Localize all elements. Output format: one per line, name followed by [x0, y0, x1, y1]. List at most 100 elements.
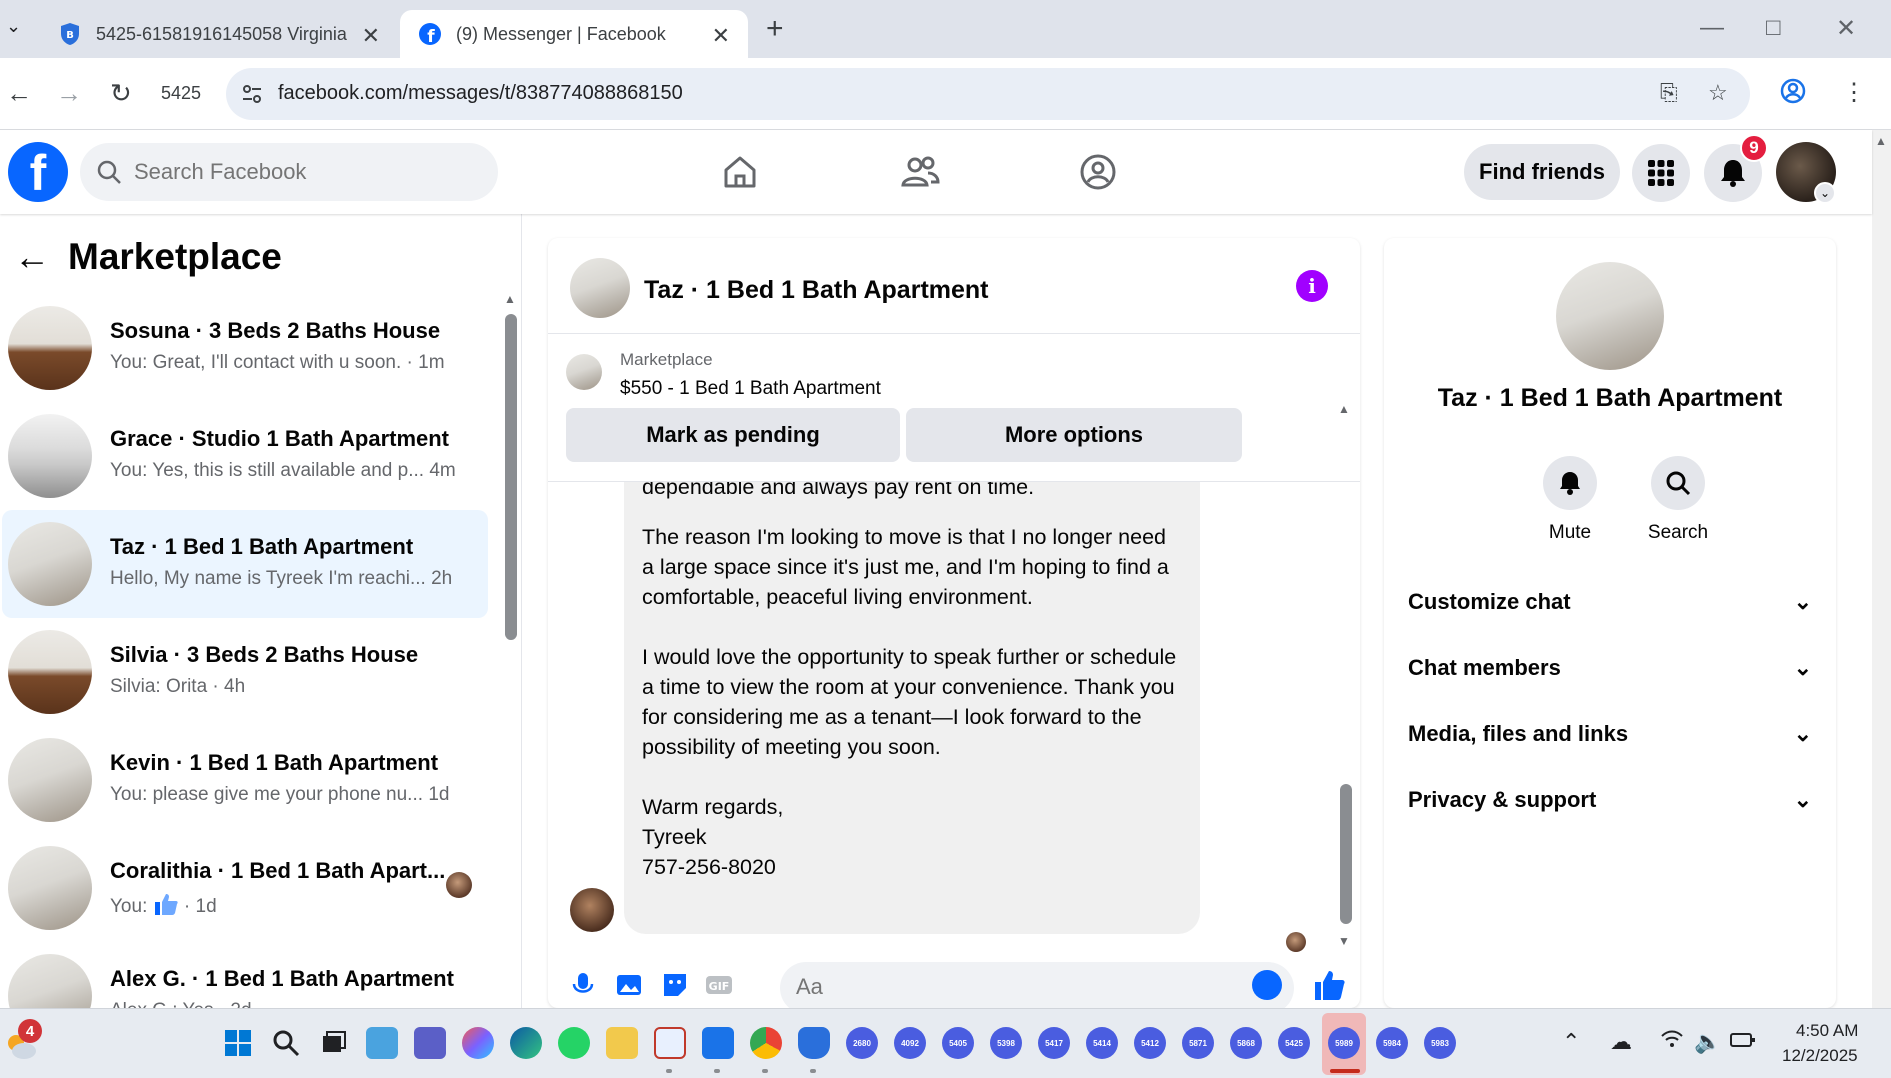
browser-tab-active[interactable]: f (9) Messenger | Facebook ✕	[400, 10, 748, 58]
mute-bell-icon[interactable]	[1543, 456, 1597, 510]
sender-avatar[interactable]	[570, 888, 614, 932]
conversation-item[interactable]: Coralithia · 1 Bed 1 Bath Apart... You: …	[2, 834, 488, 942]
home-icon[interactable]	[718, 150, 762, 194]
conversation-item[interactable]: Kevin · 1 Bed 1 Bath Apartment You: plea…	[2, 726, 488, 834]
account-chevron-icon[interactable]: ⌄	[1814, 182, 1836, 204]
facebook-logo-icon[interactable]: f	[8, 142, 68, 202]
profile-browser-icon[interactable]: 4092	[894, 1027, 926, 1059]
back-icon[interactable]: ←	[6, 78, 32, 109]
conversation-item-active[interactable]: Taz · 1 Bed 1 Bath Apartment Hello, My n…	[2, 510, 488, 618]
edge-icon[interactable]	[510, 1027, 542, 1059]
photo-icon[interactable]	[614, 970, 644, 1000]
taskbar-search-icon[interactable]	[270, 1027, 302, 1059]
back-arrow-icon[interactable]: ←	[14, 236, 50, 278]
clock-date[interactable]: 12/2/2025	[1782, 1046, 1858, 1066]
profile-browser-icon[interactable]: 2680	[846, 1027, 878, 1059]
customize-chat-section[interactable]: Customize chat ⌄	[1408, 582, 1812, 622]
conversation-info-icon[interactable]: i	[1296, 270, 1328, 302]
chrome-icon[interactable]	[750, 1027, 782, 1059]
clock-time[interactable]: 4:50 AM	[1796, 1021, 1858, 1041]
teams-icon[interactable]	[414, 1027, 446, 1059]
sticker-icon[interactable]	[660, 970, 690, 1000]
bookmark-star-icon[interactable]: ☆	[1708, 80, 1728, 106]
battery-icon[interactable]	[1730, 1029, 1756, 1055]
conversation-item[interactable]: Silvia · 3 Beds 2 Baths House Silvia: Or…	[2, 618, 488, 726]
media-files-links-section[interactable]: Media, files and links ⌄	[1408, 714, 1812, 754]
chat-members-section[interactable]: Chat members ⌄	[1408, 648, 1812, 688]
whatsapp-icon[interactable]	[558, 1027, 590, 1059]
tab-search-chevron-icon[interactable]: ⌄	[6, 16, 21, 37]
tray-overflow-chevron-icon[interactable]: ⌃	[1562, 1029, 1580, 1055]
chat-thumbnail[interactable]	[570, 258, 630, 318]
conversation-item[interactable]: Alex G. · 1 Bed 1 Bath Apartment Alex G.…	[2, 942, 488, 1008]
profile-browser-icon[interactable]: 5417	[1038, 1027, 1070, 1059]
like-thumbs-up-icon[interactable]	[1312, 968, 1346, 1002]
conversation-item[interactable]: Grace · Studio 1 Bath Apartment You: Yes…	[2, 402, 488, 510]
file-explorer-icon[interactable]	[606, 1027, 638, 1059]
chat-title[interactable]: Taz · 1 Bed 1 Bath Apartment	[644, 276, 989, 305]
conversation-item[interactable]: Sosuna · 3 Beds 2 Baths House You: Great…	[2, 294, 488, 402]
more-options-button[interactable]: More options	[906, 408, 1242, 462]
scroll-up-arrow-icon[interactable]: ▲	[1338, 402, 1350, 416]
account-icon[interactable]	[1780, 78, 1806, 111]
friends-icon[interactable]	[898, 150, 942, 194]
message-bubble[interactable]: dependable and always pay rent on time. …	[624, 482, 1200, 934]
facebook-search-box[interactable]	[80, 143, 498, 201]
mark-as-pending-button[interactable]: Mark as pending	[566, 408, 900, 462]
window-close-icon[interactable]: ✕	[1836, 14, 1856, 43]
url-text[interactable]: facebook.com/messages/t/838774088868150	[278, 82, 683, 105]
profile-browser-icon[interactable]: 5871	[1182, 1027, 1214, 1059]
browser-menu-icon[interactable]: ⋮	[1842, 78, 1866, 107]
maximize-icon[interactable]: □	[1766, 14, 1781, 42]
sidebar-scrollbar-thumb[interactable]	[505, 314, 517, 640]
tab-close-icon[interactable]: ✕	[362, 23, 380, 49]
menu-grid-icon[interactable]	[1632, 144, 1690, 202]
listing-thumbnail[interactable]	[1556, 262, 1664, 370]
windows-start-icon[interactable]	[222, 1027, 254, 1059]
reload-icon[interactable]: ↻	[110, 78, 132, 109]
scroll-up-arrow-icon[interactable]: ▲	[504, 292, 516, 306]
profile-browser-icon[interactable]: 5412	[1134, 1027, 1166, 1059]
widgets-icon[interactable]	[366, 1027, 398, 1059]
search-action[interactable]: Search	[1638, 456, 1718, 544]
message-input-box[interactable]	[780, 962, 1294, 1008]
tab-close-icon[interactable]: ✕	[712, 23, 730, 49]
profile-browser-icon[interactable]: 5398	[990, 1027, 1022, 1059]
scroll-down-arrow-icon[interactable]: ▼	[1338, 934, 1350, 948]
task-view-icon[interactable]	[318, 1027, 350, 1059]
install-app-icon[interactable]: ⎘	[1660, 80, 1678, 106]
notepad-icon[interactable]	[702, 1027, 734, 1059]
find-friends-button[interactable]: Find friends	[1464, 144, 1620, 200]
profile-browser-icon[interactable]: 5984	[1376, 1027, 1408, 1059]
listing-thumbnail[interactable]	[566, 354, 602, 390]
groups-icon[interactable]	[1076, 150, 1120, 194]
wifi-icon[interactable]	[1660, 1029, 1684, 1055]
snipping-tool-icon[interactable]	[654, 1027, 686, 1059]
profile-browser-icon-active[interactable]: 5989	[1328, 1027, 1360, 1059]
browser-tab-inactive[interactable]: B 5425-61581916145058 Virginia ✕	[40, 10, 398, 58]
profile-browser-icon[interactable]: 5405	[942, 1027, 974, 1059]
chat-scrollbar-thumb[interactable]	[1340, 784, 1352, 924]
scroll-up-arrow-icon[interactable]: ▲	[1875, 134, 1887, 148]
privacy-support-section[interactable]: Privacy & support ⌄	[1408, 780, 1812, 820]
profile-label[interactable]: 5425	[161, 83, 201, 104]
forward-icon[interactable]: →	[56, 78, 82, 109]
site-info-icon[interactable]	[238, 80, 266, 108]
microphone-icon[interactable]	[568, 970, 598, 1000]
cloud-off-icon[interactable]: ☁	[1610, 1029, 1632, 1055]
profile-browser-icon[interactable]: 5868	[1230, 1027, 1262, 1059]
new-tab-button[interactable]: +	[766, 12, 784, 46]
volume-icon[interactable]: 🔈	[1694, 1029, 1721, 1055]
shield-browser-icon[interactable]	[798, 1027, 830, 1059]
profile-browser-icon[interactable]: 5414	[1086, 1027, 1118, 1059]
minimize-icon[interactable]: —	[1700, 14, 1724, 42]
search-icon[interactable]	[1651, 456, 1705, 510]
profile-browser-icon[interactable]: 5983	[1424, 1027, 1456, 1059]
mute-action[interactable]: Mute	[1530, 456, 1610, 544]
copilot-icon[interactable]	[462, 1027, 494, 1059]
page-scrollbar[interactable]: ▲	[1872, 130, 1891, 1008]
gif-icon[interactable]: GIF	[704, 970, 734, 1000]
emoji-icon[interactable]	[1252, 970, 1282, 1000]
search-input[interactable]	[134, 159, 454, 185]
profile-browser-icon[interactable]: 5425	[1278, 1027, 1310, 1059]
